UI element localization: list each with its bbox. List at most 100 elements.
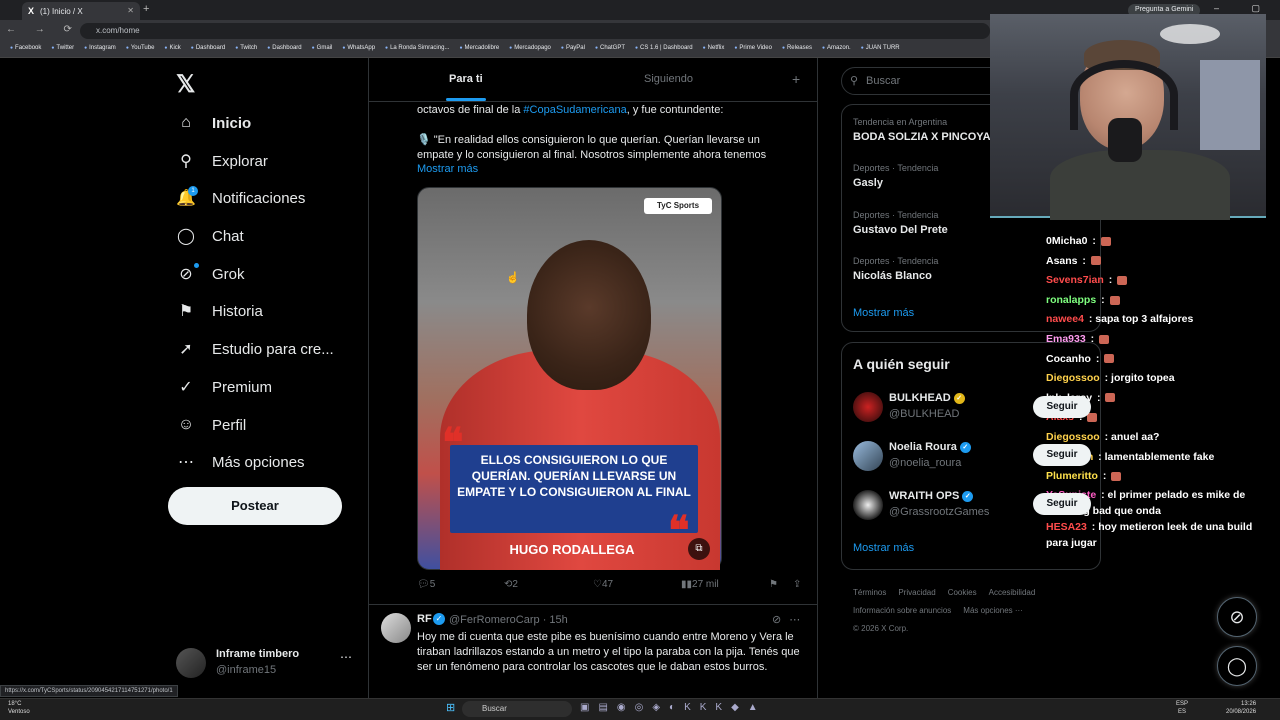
trend-category: Deportes · Tendencia (853, 256, 939, 266)
sidebar-item-estudio-para-cre[interactable]: ➚ Estudio para cre... (176, 334, 333, 364)
trend-item[interactable]: Tendencia en Argentina BODA SOLZIA X PINC… (853, 117, 991, 143)
views-button[interactable]: ▮▮ 27 mil (681, 579, 719, 590)
follow-button[interactable]: Seguir (1033, 396, 1091, 418)
chat-username[interactable]: Ema933 (1046, 333, 1086, 345)
tab-for-you[interactable]: Para ti (449, 73, 483, 85)
chat-username[interactable]: HESA23 (1046, 521, 1087, 533)
account-switcher[interactable]: Inframe timbero @inframe15 ⋯ (176, 646, 356, 680)
bookmark-item[interactable]: Amazon. (822, 45, 851, 57)
chat-username[interactable]: Asans (1046, 255, 1078, 267)
chat-username[interactable]: ronalapps (1046, 294, 1096, 306)
bookmark-item[interactable]: Netflix (703, 45, 725, 57)
bookmark-item[interactable]: YouTube (126, 45, 155, 57)
post-button[interactable]: Postear (168, 487, 342, 525)
share-icon[interactable]: ⇪ (793, 579, 801, 590)
trends-show-more[interactable]: Mostrar más (853, 307, 914, 319)
show-more-link[interactable]: Mostrar más (417, 163, 478, 175)
footer-link[interactable]: Información sobre anuncios (853, 606, 951, 615)
close-tab-icon[interactable]: ✕ (127, 6, 134, 15)
chat-username[interactable]: Diegossoo (1046, 431, 1100, 443)
taskbar-search[interactable]: Buscar (462, 701, 572, 717)
bookmark-item[interactable]: Kick (164, 45, 180, 57)
bookmark-item[interactable]: JUAN TURR (861, 45, 900, 57)
retweet-button[interactable]: ⟲ 2 (504, 579, 518, 590)
reply-button[interactable]: 💬︎ 5 (417, 579, 435, 590)
bookmark-item[interactable]: Mercadolibre (459, 45, 499, 57)
footer-link[interactable]: Accesibilidad (989, 588, 1036, 597)
bookmark-item[interactable]: Instagram (84, 45, 116, 57)
tweet-author-handle[interactable]: @FerRomeroCarp · 15h (449, 614, 568, 626)
suggestion-handle: @GrassrootzGames (889, 506, 990, 518)
bookmark-item[interactable]: Dashboard (191, 45, 225, 57)
footer-link[interactable]: Más opciones ··· (963, 606, 1023, 615)
tab-following[interactable]: Siguiendo (644, 73, 693, 85)
sidebar-item-explorar[interactable]: ⚲ Explorar (176, 146, 268, 176)
verified-badge-icon: ✓ (433, 613, 445, 625)
like-button[interactable]: ♡ 47 (593, 579, 613, 590)
taskbar-apps[interactable]: ▣▤◉◎◈◐KKK◆▲ (580, 702, 767, 713)
bookmark-item[interactable]: Twitch (235, 45, 257, 57)
tab-title: (1) Inicio / X (40, 7, 83, 16)
x-logo-icon[interactable]: 𝕏 (176, 70, 195, 99)
add-tab-icon[interactable]: + (792, 71, 800, 87)
sidebar-item-más-opciones[interactable]: ⋯ Más opciones (176, 447, 305, 477)
sidebar-item-perfil[interactable]: ☺ Perfil (176, 410, 246, 440)
more-icon[interactable]: ⋯ (340, 650, 352, 664)
grok-icon: ⊘ (179, 266, 193, 283)
tweet-menu-icons[interactable]: ⊘⋯ (772, 613, 808, 626)
new-tab-button[interactable]: + (143, 3, 149, 15)
chat-message: Cocanho : (1046, 350, 1266, 370)
image-edit-icon[interactable]: ⧉ (688, 538, 710, 560)
bookmark-item[interactable]: La Ronda Simracing... (385, 45, 449, 57)
bookmark-item[interactable]: Releases (782, 45, 812, 57)
url-field[interactable]: x.com/home (80, 23, 990, 39)
chat-message: Diegossoo : jorgito topea (1046, 372, 1175, 385)
chat-username[interactable]: Cocanho (1046, 353, 1091, 365)
bookmark-item[interactable]: PayPal (561, 45, 585, 57)
trend-item[interactable]: Deportes · Tendencia Gasly (853, 163, 938, 189)
follow-button[interactable]: Seguir (1033, 444, 1091, 466)
status-link: https://x.com/TyCSports/status/209045421… (0, 685, 178, 697)
trend-title: Nicolás Blanco (853, 270, 932, 282)
chat-username[interactable]: 0Micha0 (1046, 235, 1087, 247)
bookmark-item[interactable]: Prime Video (734, 45, 772, 57)
browser-tab[interactable]: X (1) Inicio / X ✕ (22, 2, 140, 20)
bookmark-item[interactable]: ChatGPT (595, 45, 625, 57)
chat-username[interactable]: Sevens7ian (1046, 274, 1104, 286)
messages-fab-icon[interactable]: ◯ (1217, 646, 1257, 686)
trend-item[interactable]: Deportes · Tendencia Nicolás Blanco (853, 256, 938, 282)
sidebar-item-inicio[interactable]: ⌂ Inicio (176, 108, 251, 138)
bookmark-item[interactable]: Dashboard (267, 45, 301, 57)
windows-start-icon[interactable]: ⊞ (446, 701, 455, 714)
footer-link[interactable]: Términos (853, 588, 886, 597)
trend-item[interactable]: Deportes · Tendencia Gustavo Del Prete (853, 210, 948, 236)
footer-link[interactable]: Privacidad (898, 588, 935, 597)
bookmark-item[interactable]: Facebook (10, 45, 41, 57)
chat-text: sapa top 3 alfajores (1095, 313, 1194, 326)
chat-username[interactable]: nawee4 (1046, 313, 1084, 325)
bookmark-item[interactable]: WhatsApp (342, 45, 375, 57)
language-indicator[interactable]: ESP ES (1176, 700, 1188, 716)
avatar[interactable] (381, 613, 411, 643)
chat-username[interactable]: Plumeritto (1046, 470, 1098, 482)
hashtag-link[interactable]: #CopaSudamericana (523, 104, 626, 116)
suggestion-name: BULKHEAD ✓ (889, 392, 965, 404)
follow-show-more[interactable]: Mostrar más (853, 542, 914, 554)
weather-widget[interactable]: 18°C Ventoso (8, 700, 30, 716)
sidebar-item-historia[interactable]: ⚑ Historia (176, 296, 263, 326)
sidebar-item-grok[interactable]: ⊘ Grok (176, 259, 244, 289)
sidebar-item-premium[interactable]: ✓ Premium (176, 372, 272, 402)
footer-link[interactable]: Cookies (948, 588, 977, 597)
sidebar-item-label: Perfil (212, 416, 247, 434)
bookmark-item[interactable]: Twitter (51, 45, 74, 57)
bookmark-icon[interactable]: ⚑ (769, 579, 778, 590)
chat-username[interactable]: Diegossoo (1046, 372, 1100, 384)
bookmark-item[interactable]: Mercadopago (509, 45, 551, 57)
bookmark-item[interactable]: Gmail (312, 45, 333, 57)
tweet-author-name[interactable]: RF (417, 613, 432, 625)
bookmark-item[interactable]: CS 1.6 | Dashboard (635, 45, 693, 57)
grok-fab-icon[interactable]: ⊘ (1217, 597, 1257, 637)
sidebar-item-chat[interactable]: ◯ Chat (176, 221, 244, 251)
follow-button[interactable]: Seguir (1033, 493, 1091, 515)
clock[interactable]: 13:26 20/08/2026 (1226, 700, 1256, 716)
